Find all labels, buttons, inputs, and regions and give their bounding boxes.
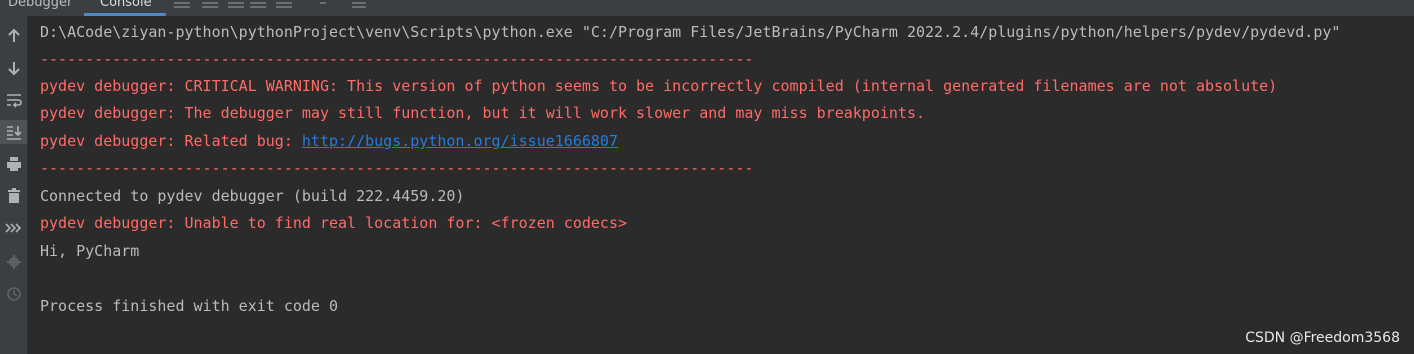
watermark: CSDN @Freedom3568	[1245, 330, 1400, 346]
related-bug-label: pydev debugger: Related bug:	[40, 132, 302, 150]
console-line-separator-top: ----------------------------------------…	[40, 50, 754, 68]
step-icon[interactable]	[202, 0, 218, 10]
bug-link[interactable]: http://bugs.python.org/issue1666807	[302, 132, 618, 150]
console-line-separator-bottom: ----------------------------------------…	[40, 159, 754, 177]
console-line-command: D:\ACode\ziyan-python\pythonProject\venv…	[40, 23, 1341, 41]
run-to-cursor-icon[interactable]	[276, 0, 292, 10]
console-sidebar	[0, 16, 28, 354]
tab-console[interactable]: Console	[84, 0, 168, 12]
print-icon[interactable]	[0, 152, 27, 176]
arrow-down-icon[interactable]	[0, 56, 27, 80]
console-line-connected: Connected to pydev debugger (build 222.4…	[40, 187, 465, 205]
console-line-hi: Hi, PyCharm	[40, 242, 140, 260]
step-into-icon[interactable]	[228, 0, 244, 10]
step-out-icon[interactable]	[250, 0, 266, 10]
step-over-icon[interactable]	[0, 216, 27, 240]
table-icon[interactable]	[352, 0, 366, 10]
scroll-to-end-icon[interactable]	[0, 120, 27, 144]
trash-icon[interactable]	[0, 184, 27, 208]
evaluate-icon[interactable]	[320, 0, 326, 10]
soft-wrap-icon[interactable]	[0, 88, 27, 112]
console-line-unable: pydev debugger: Unable to find real loca…	[40, 214, 627, 232]
console-line-process-finished: Process finished with exit code 0	[40, 297, 339, 315]
arrow-up-icon[interactable]	[0, 24, 27, 48]
layout-icon[interactable]	[174, 0, 190, 10]
settings-icon[interactable]	[0, 250, 27, 274]
console-line-related-bug: pydev debugger: Related bug: http://bugs…	[40, 131, 618, 151]
console-output[interactable]: D:\ACode\ziyan-python\pythonProject\venv…	[28, 16, 1414, 354]
tab-debugger[interactable]: Debugger	[8, 0, 72, 12]
console-line-critical-warning: pydev debugger: CRITICAL WARNING: This v…	[40, 77, 1278, 95]
top-toolbar: Debugger Console	[0, 0, 1414, 16]
history-icon[interactable]	[0, 282, 27, 306]
console-line-still-function: pydev debugger: The debugger may still f…	[40, 104, 926, 122]
